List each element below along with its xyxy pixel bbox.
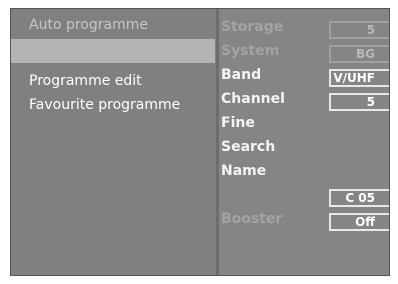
menu-item-programme-edit[interactable]: Programme edit [29, 73, 142, 89]
tv-menu-screen: Auto programme Programme edit Favourite … [10, 8, 390, 276]
menu-item-selected-highlight[interactable] [11, 39, 215, 63]
channel-value[interactable]: 5 [329, 93, 389, 111]
channel-label: Channel [221, 91, 285, 107]
fine-label[interactable]: Fine [221, 115, 255, 131]
storage-value[interactable]: 5 [329, 21, 389, 39]
search-label[interactable]: Search [221, 139, 275, 155]
pane-divider [216, 9, 219, 275]
menu-item-auto-programme[interactable]: Auto programme [29, 17, 148, 33]
booster-value[interactable]: Off [329, 213, 389, 231]
system-value[interactable]: BG [329, 45, 389, 63]
name-value[interactable]: C 05 [329, 189, 389, 207]
band-value[interactable]: V/UHF [329, 69, 389, 87]
band-label: Band [221, 67, 262, 83]
booster-label: Booster [221, 211, 283, 227]
system-label: System [221, 43, 280, 59]
storage-label: Storage [221, 19, 284, 35]
name-label: Name [221, 163, 267, 179]
menu-item-favourite-programme[interactable]: Favourite programme [29, 97, 180, 113]
